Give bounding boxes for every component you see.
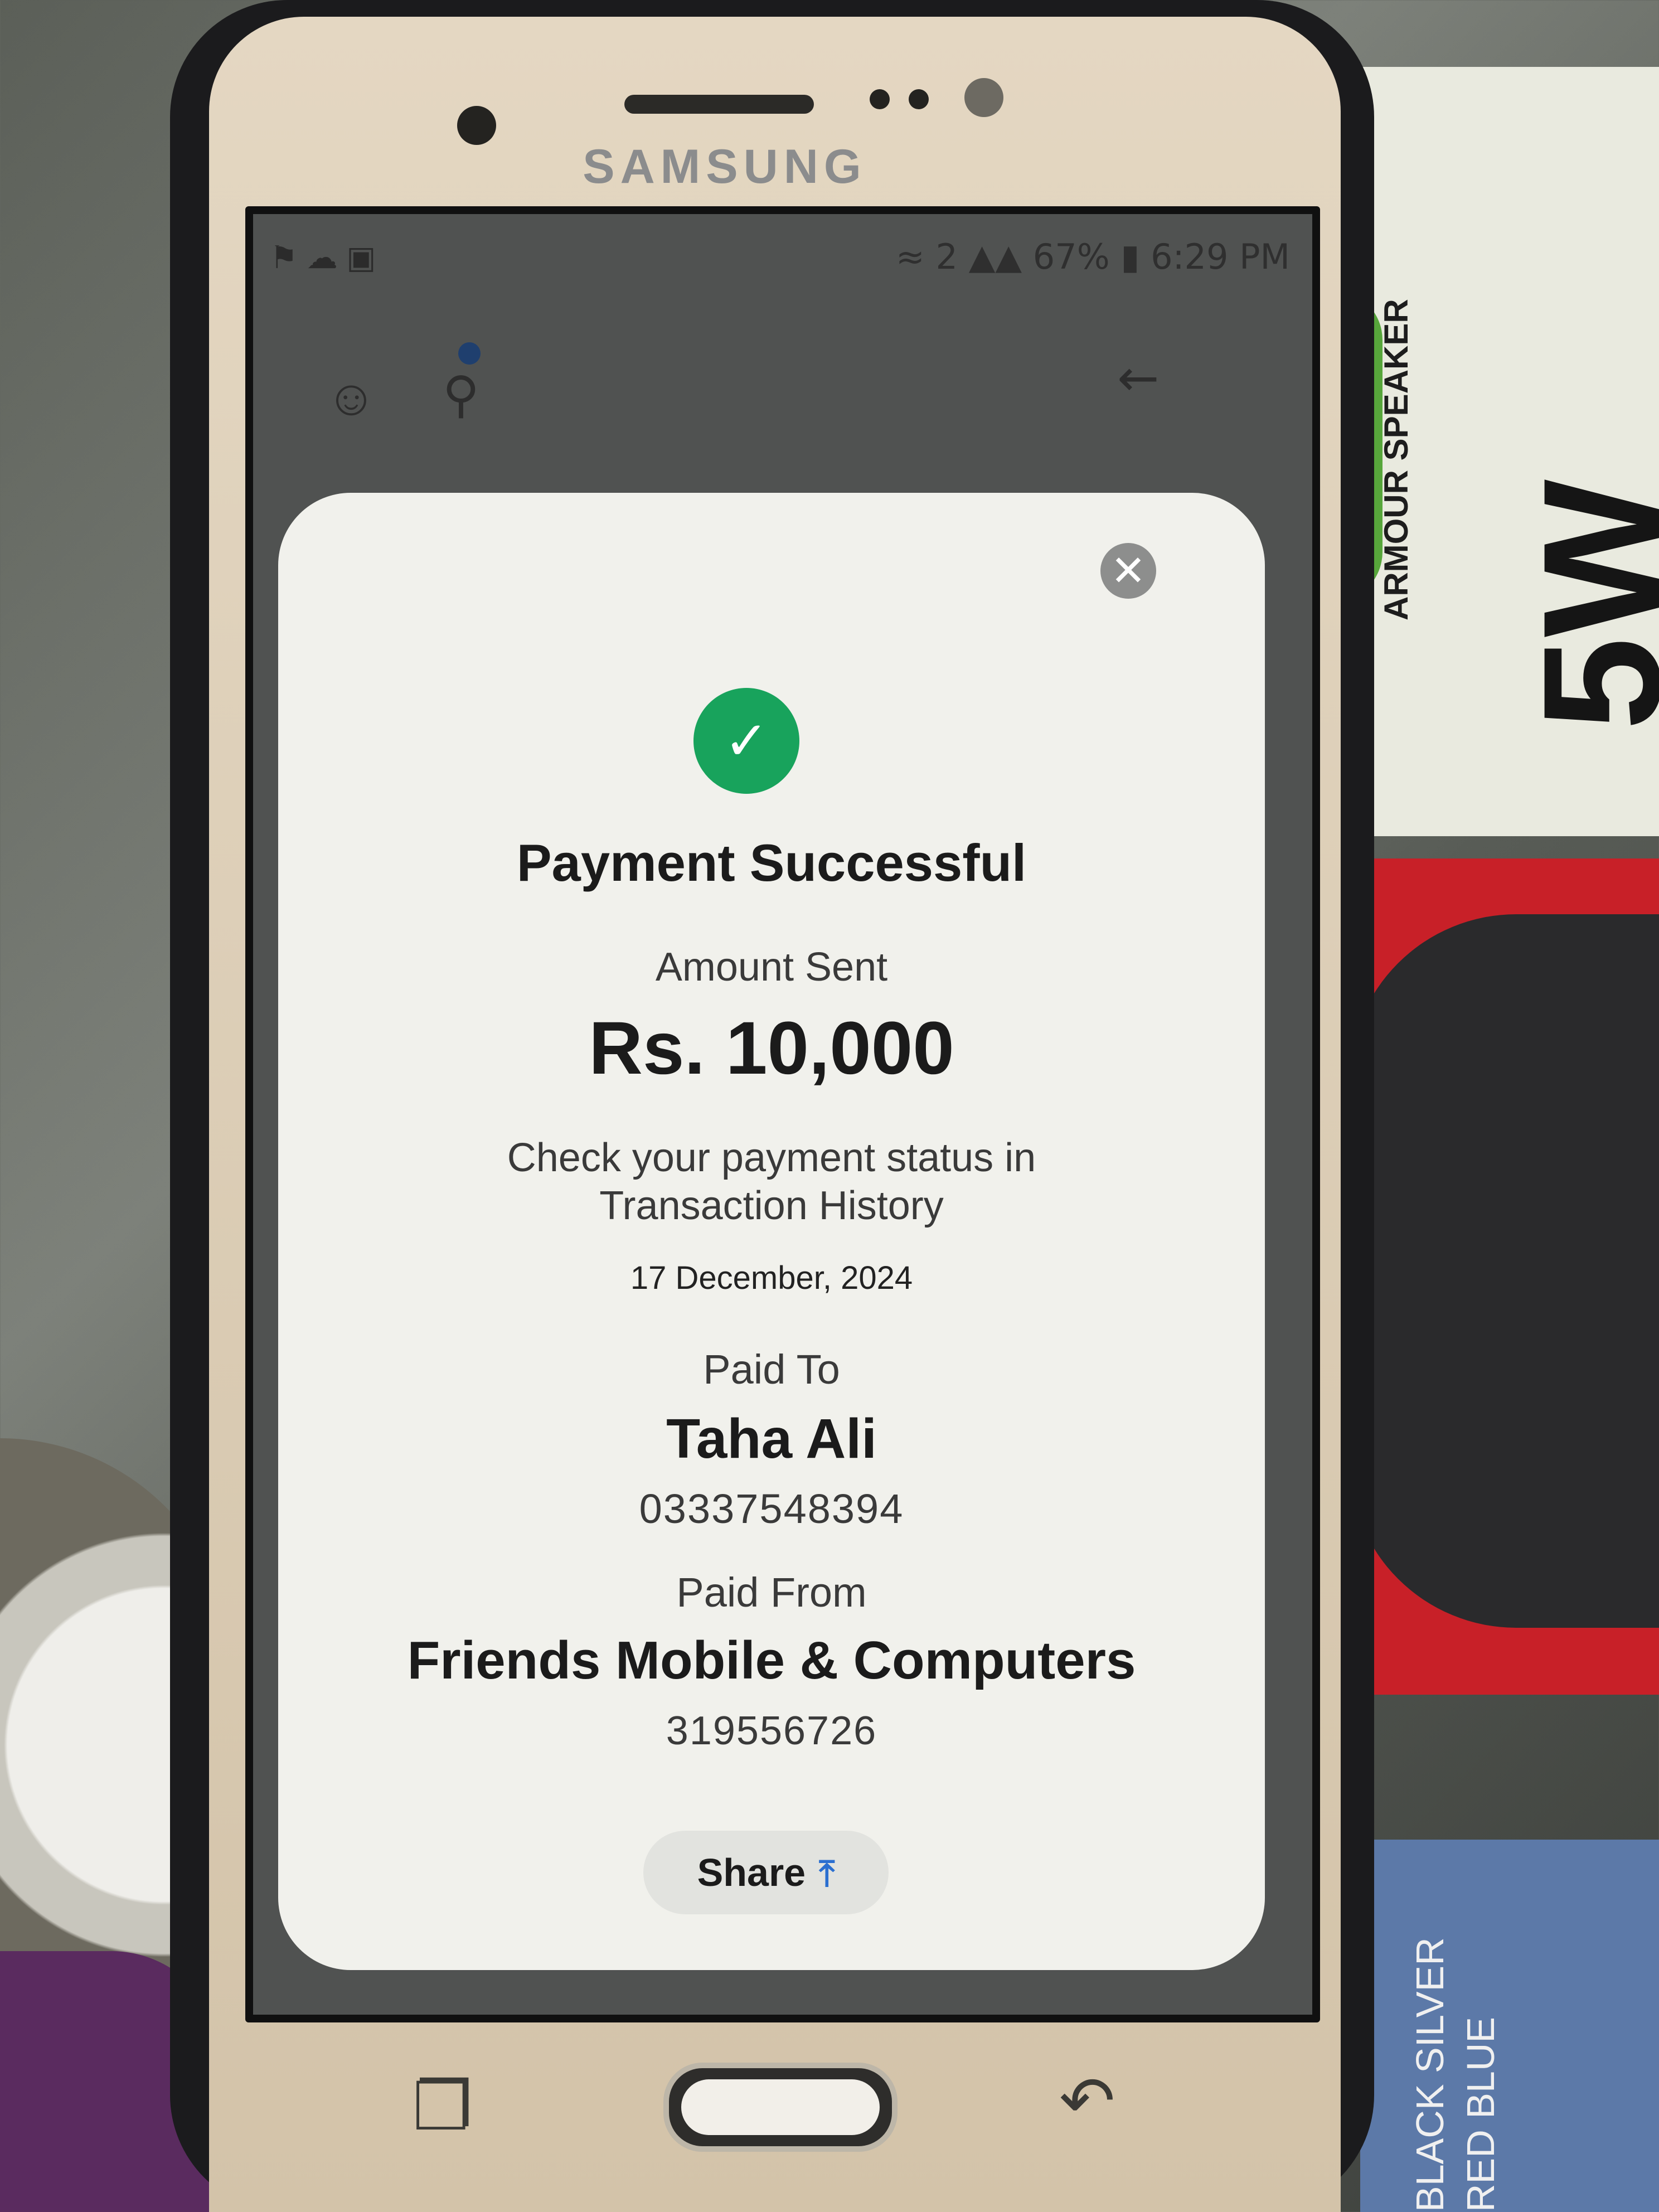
status-message: Check your payment status in Transaction… [278, 1134, 1265, 1230]
transaction-date: 17 December, 2024 [630, 1260, 913, 1296]
status-bar: ⚑ ☁ ▣ ≈ 2 ▲▲ 67% ▮ 6:29 PM [253, 214, 1312, 277]
battery-icon: ▮ [1120, 236, 1140, 277]
phone-screen: ⚑ ☁ ▣ ≈ 2 ▲▲ 67% ▮ 6:29 PM ☺ ⚲ ← ✕ ✓ Pay… [245, 206, 1320, 2022]
paid-to-label: Paid To [703, 1346, 840, 1393]
sensor-dot [870, 89, 890, 109]
signal-icon: ▲▲ [968, 236, 1022, 277]
dialog-title: Payment Successful [516, 833, 1027, 892]
recipient-number: 03337548394 [639, 1486, 904, 1532]
amount-value: Rs. 10,000 [589, 1007, 954, 1090]
speaker-grille [1349, 914, 1659, 1628]
speaker-box-wattage: 5W [1508, 479, 1659, 730]
notification-icons: ⚑ ☁ ▣ [270, 240, 376, 275]
search-icon[interactable]: ⚲ [443, 370, 479, 420]
clock: 6:29 PM [1151, 236, 1290, 277]
share-label: Share [697, 1851, 806, 1894]
front-camera [964, 78, 1003, 117]
speaker-box-label: ARMOUR SPEAKER [1377, 299, 1415, 621]
back-key[interactable]: ↶ [1059, 2063, 1115, 2140]
sim-badge: 2 [935, 236, 958, 277]
recipient-name: Taha Ali [666, 1408, 877, 1470]
home-key-face [681, 2079, 880, 2135]
sensor-dot [909, 89, 929, 109]
user-icon[interactable]: ☺ [326, 373, 377, 423]
device-brand: SAMSUNG [583, 140, 867, 193]
paid-from-label: Paid From [676, 1569, 867, 1616]
status-message-text: Check your payment status in Transaction… [507, 1136, 1036, 1228]
sender-name: Friends Mobile & Computers [407, 1631, 1136, 1690]
earpiece [624, 95, 814, 114]
sender-account-number: 319556726 [666, 1709, 877, 1753]
payment-success-dialog: ✕ ✓ Payment Successful Amount Sent Rs. 1… [278, 493, 1265, 1970]
back-arrow-icon[interactable]: ← [1117, 353, 1159, 404]
notification-dot [458, 342, 481, 365]
wifi-icon: ≈ [895, 236, 925, 277]
color-option-text: BLACK SILVER RED BLUE [1408, 1937, 1502, 2212]
share-upload-icon: ⤒ [819, 1854, 835, 1895]
front-sensor [457, 106, 496, 145]
share-button[interactable]: Share ⤒ [643, 1831, 889, 1914]
close-icon[interactable]: ✕ [1100, 543, 1156, 599]
status-indicators: ≈ 2 ▲▲ 67% ▮ 6:29 PM [896, 236, 1290, 277]
checkmark-icon: ✓ [693, 688, 799, 794]
battery-percent: 67% [1032, 236, 1110, 277]
amount-label: Amount Sent [655, 945, 888, 989]
recent-apps-key[interactable]: ❐ [413, 2068, 473, 2146]
